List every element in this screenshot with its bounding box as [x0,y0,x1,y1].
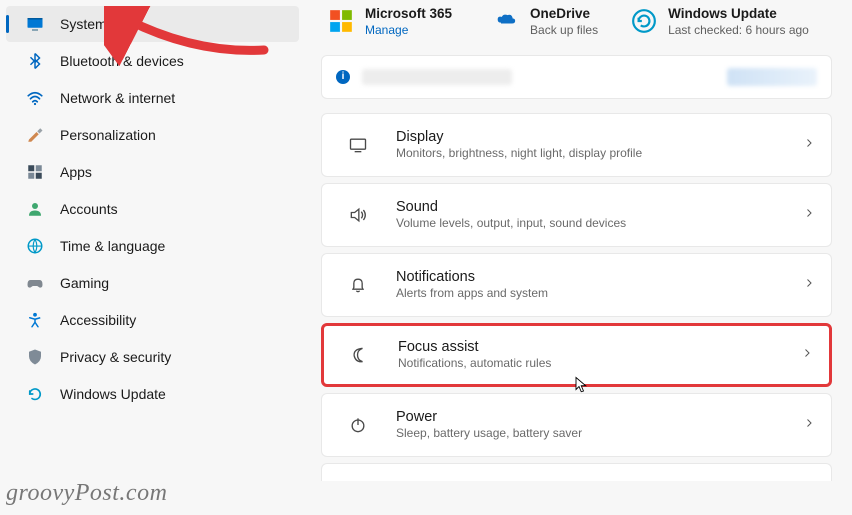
nav-label: System [60,16,107,32]
card-sub: Alerts from apps and system [396,286,803,300]
card-sub: Sleep, battery usage, battery saver [396,426,803,440]
sidebar-item-bluetooth[interactable]: Bluetooth & devices [6,43,299,79]
chevron-right-icon [803,206,815,224]
power-icon [338,415,378,435]
chevron-right-icon [803,416,815,434]
chevron-right-icon [803,136,815,154]
top-recommendations: Microsoft 365 Manage OneDrive Back up fi… [321,2,832,41]
nav-label: Privacy & security [60,349,171,365]
card-sub: Monitors, brightness, night light, displ… [396,146,803,160]
nav-label: Windows Update [60,386,166,402]
sidebar: System Bluetooth & devices Network & int… [0,0,305,515]
wu-title: Windows Update [668,6,809,23]
sidebar-item-network[interactable]: Network & internet [6,80,299,116]
person-icon [26,200,44,218]
update-icon [26,385,44,403]
onedrive-sub[interactable]: Back up files [530,23,598,37]
sound-icon [338,205,378,225]
nav-label: Network & internet [60,90,175,106]
card-focus-assist[interactable]: Focus assist Notifications, automatic ru… [321,323,832,387]
chevron-right-icon [801,346,813,364]
info-banner[interactable]: i [321,55,832,99]
ms365-icon [327,7,355,35]
card-sub: Volume levels, output, input, sound devi… [396,216,803,230]
bluetooth-icon [26,52,44,70]
onedrive-icon [492,7,520,35]
bell-icon [338,275,378,295]
card-notifications[interactable]: Notifications Alerts from apps and syste… [321,253,832,317]
card-display[interactable]: Display Monitors, brightness, night ligh… [321,113,832,177]
onedrive-title: OneDrive [530,6,598,23]
info-icon: i [336,70,350,84]
chevron-right-icon [803,276,815,294]
apps-icon [26,163,44,181]
sidebar-item-time-language[interactable]: Time & language [6,228,299,264]
ms365-sub[interactable]: Manage [365,23,452,37]
gamepad-icon [26,274,44,292]
nav-label: Gaming [60,275,109,291]
nav-label: Accounts [60,201,118,217]
nav-label: Personalization [60,127,156,143]
card-title: Focus assist [398,339,801,355]
windows-update-card[interactable]: Windows Update Last checked: 6 hours ago [624,2,815,41]
accessibility-icon [26,311,44,329]
card-title: Display [396,129,803,145]
globe-clock-icon [26,237,44,255]
sidebar-item-apps[interactable]: Apps [6,154,299,190]
ms365-title: Microsoft 365 [365,6,452,23]
sidebar-item-privacy[interactable]: Privacy & security [6,339,299,375]
sidebar-item-gaming[interactable]: Gaming [6,265,299,301]
redacted-text [362,69,512,85]
card-title: Notifications [396,269,803,285]
onedrive-card[interactable]: OneDrive Back up files [486,2,604,41]
wu-sub: Last checked: 6 hours ago [668,23,809,37]
card-partial[interactable] [321,463,832,481]
nav-label: Apps [60,164,92,180]
watermark: groovyPost.com [6,480,167,507]
system-icon [26,15,44,33]
redacted-action [727,68,817,86]
card-sub: Notifications, automatic rules [398,356,801,370]
shield-icon [26,348,44,366]
sidebar-item-accessibility[interactable]: Accessibility [6,302,299,338]
sidebar-item-windows-update[interactable]: Windows Update [6,376,299,412]
card-power[interactable]: Power Sleep, battery usage, battery save… [321,393,832,457]
display-icon [338,135,378,155]
main-content: Microsoft 365 Manage OneDrive Back up fi… [305,0,852,515]
nav-label: Accessibility [60,312,136,328]
wifi-icon [26,89,44,107]
nav-label: Time & language [60,238,165,254]
sidebar-item-accounts[interactable]: Accounts [6,191,299,227]
card-sound[interactable]: Sound Volume levels, output, input, soun… [321,183,832,247]
wu-top-icon [630,7,658,35]
nav-label: Bluetooth & devices [60,53,184,69]
sidebar-item-system[interactable]: System [6,6,299,42]
moon-icon [340,345,380,365]
ms365-card[interactable]: Microsoft 365 Manage [321,2,458,41]
card-title: Power [396,409,803,425]
card-title: Sound [396,199,803,215]
sidebar-item-personalization[interactable]: Personalization [6,117,299,153]
paintbrush-icon [26,126,44,144]
